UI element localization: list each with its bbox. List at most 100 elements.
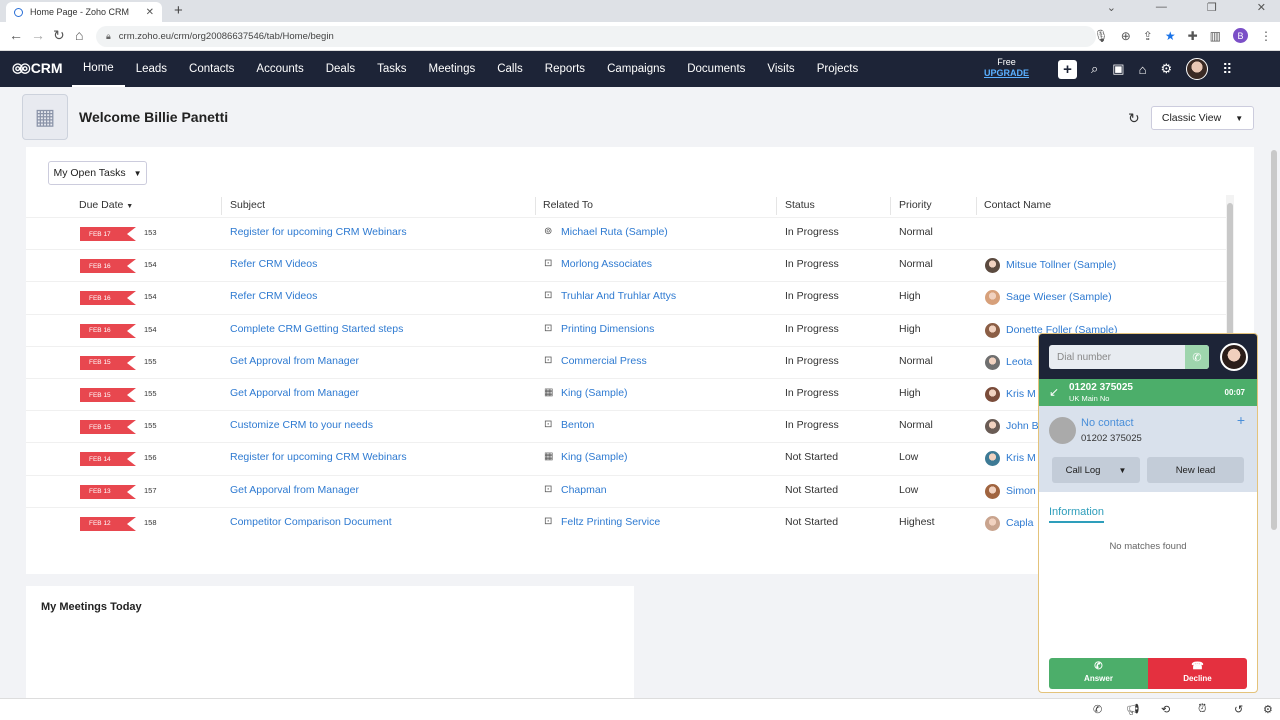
related-to-link[interactable]: Truhlar And Truhlar Attys (561, 290, 676, 302)
header-due-date[interactable]: Due Date ▼ (79, 199, 133, 211)
call-log-button[interactable]: Call Log ▼ (1052, 457, 1140, 483)
contact-name-link[interactable]: Simon (1006, 485, 1036, 497)
related-to-link[interactable]: King (Sample) (561, 387, 628, 399)
contact-name-link[interactable]: Mitsue Tollner (Sample) (1006, 259, 1116, 271)
nav-reports[interactable]: Reports (534, 51, 596, 87)
minimize-icon[interactable]: — (1156, 1, 1167, 14)
page-scrollbar[interactable] (1270, 146, 1278, 531)
related-to-link[interactable]: Chapman (561, 484, 607, 496)
task-subject-link[interactable]: Complete CRM Getting Started steps (230, 323, 403, 335)
url-field[interactable]: 🔒︎ crm.zoho.eu/crm/org20086637546/tab/Ho… (96, 26, 1096, 47)
task-subject-link[interactable]: Customize CRM to your needs (230, 419, 373, 431)
extensions-icon[interactable]: ✚ (1188, 29, 1198, 43)
nav-contacts[interactable]: Contacts (178, 51, 245, 87)
zoom-icon[interactable]: ⊕ (1121, 29, 1131, 43)
nav-tasks[interactable]: Tasks (366, 51, 417, 87)
nav-calls[interactable]: Calls (486, 51, 534, 87)
upgrade-link[interactable]: UPGRADE (984, 68, 1029, 79)
header-status[interactable]: Status (785, 199, 815, 211)
new-tab-icon[interactable]: + (174, 2, 183, 19)
settings-gear-icon[interactable]: ⚙ (1160, 61, 1172, 77)
browser-menu-icon[interactable]: ⋮ (1260, 29, 1272, 43)
sidepanel-icon[interactable]: ▥ (1210, 29, 1221, 43)
close-window-icon[interactable]: ✕ (1257, 1, 1266, 14)
home-icon[interactable]: ⌂ (75, 27, 83, 43)
contact-avatar (985, 258, 1000, 274)
crm-logo[interactable]: ◎◎ CRM (12, 60, 63, 76)
share-icon[interactable]: ⇪ (1143, 29, 1153, 43)
contact-name-link[interactable]: Kris M (1006, 388, 1036, 400)
new-lead-button[interactable]: New lead (1147, 457, 1244, 483)
calendar-icon[interactable]: ▣ (1112, 61, 1124, 77)
header-related-to[interactable]: Related To (543, 199, 593, 211)
create-plus-icon[interactable]: + (1058, 59, 1077, 79)
nav-deals[interactable]: Deals (315, 51, 366, 87)
nav-leads[interactable]: Leads (125, 51, 178, 87)
apps-grid-icon[interactable]: ⠿ (1222, 61, 1232, 78)
megaphone-icon[interactable]: 📢︎ (1126, 703, 1140, 716)
contact-avatar (985, 451, 1000, 467)
search-icon[interactable]: ⌕ (1091, 61, 1098, 77)
nav-projects[interactable]: Projects (806, 51, 870, 87)
nav-visits[interactable]: Visits (756, 51, 805, 87)
nav-home[interactable]: Home (72, 51, 125, 87)
contact-name-link[interactable]: Leota (1006, 356, 1032, 368)
task-row[interactable]: FEB 17 153 Register for upcoming CRM Webin… (26, 217, 1226, 249)
task-subject-link[interactable]: Register for upcoming CRM Webinars (230, 226, 407, 238)
header-contact-name[interactable]: Contact Name (984, 199, 1051, 211)
close-tab-icon[interactable]: ✕ (146, 7, 154, 18)
task-subject-link[interactable]: Refer CRM Videos (230, 258, 317, 270)
microphone-icon[interactable]: 🎙︎ (1093, 29, 1108, 43)
chevron-down-icon[interactable]: ⌄ (1107, 1, 1116, 14)
task-subject-link[interactable]: Get Apporval from Manager (230, 484, 359, 496)
contact-name-link[interactable]: John B (1006, 420, 1039, 432)
nav-documents[interactable]: Documents (676, 51, 756, 87)
decline-button[interactable]: ☎ Decline (1148, 658, 1247, 689)
nav-accounts[interactable]: Accounts (245, 51, 314, 87)
task-subject-link[interactable]: Get Approval from Manager (230, 355, 359, 367)
related-to-link[interactable]: King (Sample) (561, 451, 628, 463)
nav-campaigns[interactable]: Campaigns (596, 51, 676, 87)
contact-name-link[interactable]: Capla (1006, 517, 1033, 529)
contact-name[interactable]: No contact (1081, 417, 1134, 429)
task-subject-link[interactable]: Register for upcoming CRM Webinars (230, 451, 407, 463)
task-subject-link[interactable]: Refer CRM Videos (230, 290, 317, 302)
dial-call-icon[interactable]: ✆ (1185, 345, 1209, 369)
related-to-link[interactable]: Commercial Press (561, 355, 647, 367)
forward-icon[interactable]: → (31, 27, 45, 43)
related-to-link[interactable]: Printing Dimensions (561, 323, 654, 335)
task-subject-link[interactable]: Get Apporval from Manager (230, 387, 359, 399)
nav-meetings[interactable]: Meetings (418, 51, 487, 87)
profile-avatar[interactable]: B (1233, 28, 1248, 43)
add-contact-icon[interactable]: + (1237, 412, 1245, 428)
tasks-filter-select[interactable]: My Open Tasks ▼ (48, 161, 147, 185)
related-to-link[interactable]: Benton (561, 419, 594, 431)
marketplace-icon[interactable]: ⌂ (1139, 62, 1147, 77)
reminder-icon[interactable]: ⟲ (1161, 703, 1170, 716)
header-priority[interactable]: Priority (899, 199, 932, 211)
related-to-link[interactable]: Michael Ruta (Sample) (561, 226, 668, 238)
header-subject[interactable]: Subject (230, 199, 265, 211)
overdue-days: 155 (144, 421, 157, 431)
task-subject-link[interactable]: Competitor Comparison Document (230, 516, 392, 528)
task-row[interactable]: FEB 16 154 Refer CRM Videos ⊡ Truhlar And Tr… (26, 281, 1226, 313)
reload-icon[interactable]: ↻ (53, 27, 65, 44)
history-icon[interactable]: ↺ (1234, 703, 1243, 716)
help-icon[interactable]: ⚙ (1263, 703, 1273, 716)
alarm-clock-icon[interactable]: ⏰︎ (1198, 703, 1207, 716)
browser-tab[interactable]: Home Page - Zoho CRM ✕ (6, 2, 162, 22)
task-row[interactable]: FEB 16 154 Refer CRM Videos ⊡ Morlong Associ… (26, 249, 1226, 281)
related-to-link[interactable]: Feltz Printing Service (561, 516, 660, 528)
view-select[interactable]: Classic View ▼ (1151, 106, 1254, 130)
bookmark-star-icon[interactable]: ★ (1165, 29, 1176, 43)
contact-name-link[interactable]: Sage Wieser (Sample) (1006, 291, 1112, 303)
restore-icon[interactable]: ❐ (1207, 1, 1217, 14)
back-icon[interactable]: ← (9, 27, 23, 43)
contact-name-link[interactable]: Kris M (1006, 452, 1036, 464)
tab-information[interactable]: Information (1049, 506, 1105, 523)
user-avatar[interactable] (1186, 58, 1209, 80)
refresh-icon[interactable]: ↻ (1128, 110, 1140, 127)
related-to-link[interactable]: Morlong Associates (561, 258, 652, 270)
phone-icon[interactable]: ✆ (1093, 703, 1102, 716)
answer-button[interactable]: ✆ Answer (1049, 658, 1148, 689)
